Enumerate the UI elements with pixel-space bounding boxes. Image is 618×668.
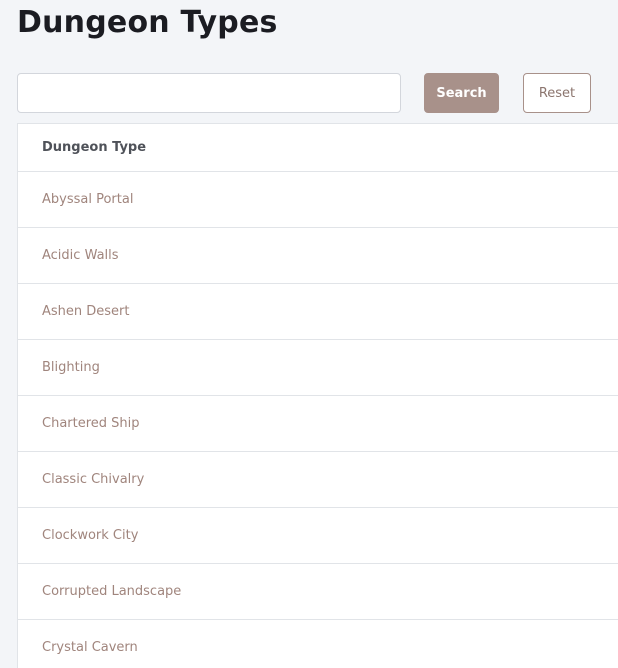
- table-row[interactable]: Abyssal Portal: [18, 172, 618, 228]
- table-row[interactable]: Classic Chivalry: [18, 452, 618, 508]
- dungeon-types-table: Dungeon Type Abyssal Portal Acidic Walls…: [17, 123, 618, 668]
- table-row[interactable]: Chartered Ship: [18, 396, 618, 452]
- table-row[interactable]: Acidic Walls: [18, 228, 618, 284]
- table-row[interactable]: Clockwork City: [18, 508, 618, 564]
- table-row[interactable]: Crystal Cavern: [18, 620, 618, 668]
- table-row[interactable]: Ashen Desert: [18, 284, 618, 340]
- search-input[interactable]: [17, 73, 401, 113]
- column-header-dungeon-type[interactable]: Dungeon Type: [18, 124, 618, 172]
- reset-button[interactable]: Reset: [523, 73, 591, 113]
- page-title: Dungeon Types: [17, 5, 278, 40]
- search-button[interactable]: Search: [424, 73, 499, 113]
- table-row[interactable]: Corrupted Landscape: [18, 564, 618, 620]
- page: Dungeon Types Search Reset Dungeon Type …: [0, 0, 618, 668]
- table-row[interactable]: Blighting: [18, 340, 618, 396]
